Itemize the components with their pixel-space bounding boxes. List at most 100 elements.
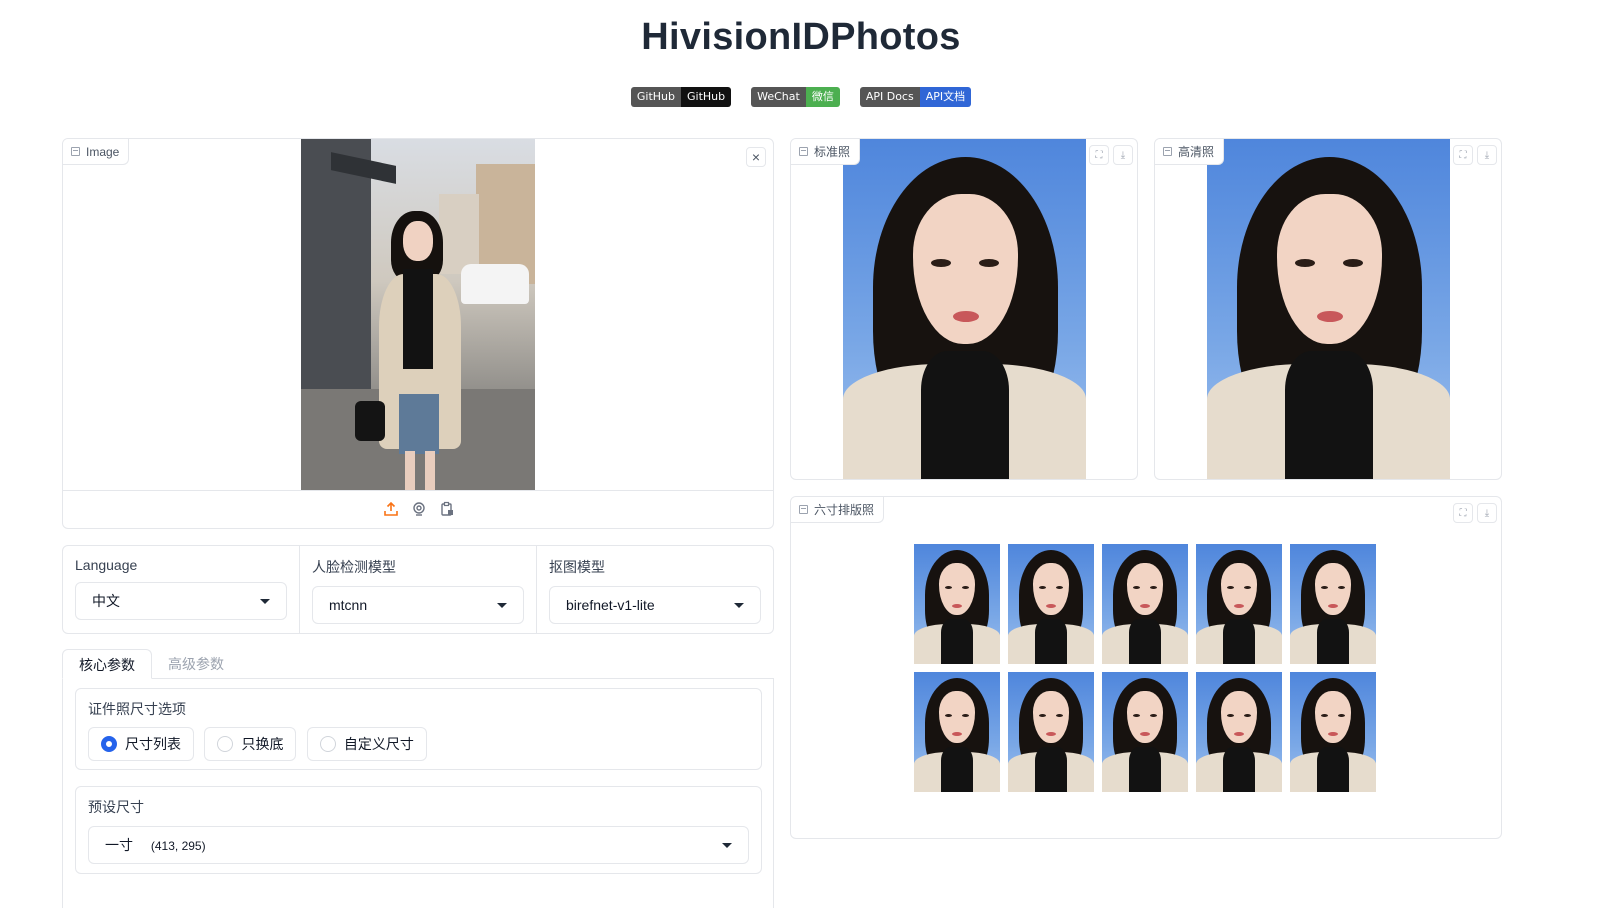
- radio-size-list-label: 尺寸列表: [125, 736, 181, 752]
- layout-thumbnail: [1290, 672, 1376, 792]
- fullscreen-icon[interactable]: ⛶: [1453, 503, 1473, 523]
- photo-bag: [355, 401, 385, 441]
- matting-model-select[interactable]: birefnet-v1-lite: [549, 586, 761, 624]
- preset-size-value: 一寸 (413, 295): [105, 835, 206, 855]
- photo-turtleneck: [921, 351, 1009, 479]
- image-icon: [799, 147, 808, 156]
- photo-eye-right: [1343, 259, 1363, 267]
- radio-dot: [217, 736, 234, 752]
- download-icon[interactable]: ⤓: [1477, 145, 1497, 165]
- layout-thumbnail: [914, 672, 1000, 792]
- layout-photo-label: 六寸排版照: [791, 497, 885, 523]
- photo-eye-left: [945, 714, 952, 717]
- matting-model-label: 抠图模型: [549, 559, 605, 575]
- matting-model-value: birefnet-v1-lite: [566, 597, 655, 613]
- radio-size-list[interactable]: 尺寸列表: [88, 727, 194, 761]
- photo-turtleneck: [941, 747, 973, 792]
- tab-core-params[interactable]: 核心参数: [62, 649, 152, 679]
- face-model-select[interactable]: mtcnn: [312, 586, 524, 624]
- language-value: 中文: [92, 593, 120, 609]
- photo-eye-right: [962, 586, 969, 589]
- panel-divider: [63, 490, 773, 491]
- upload-icon[interactable]: [383, 501, 399, 517]
- photo-eye-right: [1056, 586, 1063, 589]
- github-badge-right: GitHub: [680, 87, 732, 107]
- image-icon: [799, 505, 808, 514]
- github-badge[interactable]: GitHub GitHub: [630, 87, 732, 107]
- wechat-badge-left: WeChat: [751, 87, 806, 107]
- api-docs-badge[interactable]: API Docs API文档: [859, 87, 972, 107]
- download-icon[interactable]: ⤓: [1113, 145, 1133, 165]
- source-toolbar: [383, 501, 455, 517]
- photo-turtleneck: [1035, 747, 1067, 792]
- preset-size-label: 预设尺寸: [88, 799, 144, 815]
- standard-photo-label: 标准照: [791, 139, 861, 165]
- preset-size-dimensions: (413, 295): [150, 839, 206, 853]
- clipboard-icon[interactable]: [439, 501, 455, 517]
- download-icon[interactable]: ⤓: [1477, 503, 1497, 523]
- photo-car: [461, 264, 529, 304]
- page-title: HivisionIDPhotos: [641, 16, 961, 58]
- photo-eye-left: [1321, 714, 1328, 717]
- wechat-badge-right: 微信: [805, 87, 840, 107]
- photo-lips: [1046, 604, 1056, 608]
- photo-eye-right: [979, 259, 999, 267]
- photo-turtleneck: [1223, 747, 1255, 792]
- layout-thumbnail: [1102, 672, 1188, 792]
- photo-eye-left: [1295, 259, 1315, 267]
- chevron-down-icon: [260, 598, 270, 604]
- photo-eye-left: [1133, 714, 1140, 717]
- layout-thumbnail: [1102, 544, 1188, 664]
- photo-eye-left: [1227, 714, 1234, 717]
- chevron-down-icon: [497, 602, 507, 608]
- preset-size-select[interactable]: 一寸 (413, 295): [88, 826, 749, 864]
- hd-photo-panel: 高清照 ⛶ ⤓: [1154, 138, 1502, 480]
- photo-lips: [952, 732, 962, 736]
- webcam-icon[interactable]: [411, 501, 427, 517]
- chevron-down-icon: [722, 842, 732, 848]
- photo-eye-right: [1150, 714, 1157, 717]
- layout-thumbnail: [1196, 672, 1282, 792]
- core-params-body: 证件照尺寸选项 尺寸列表 只换底 自定义尺寸 预设尺寸 一寸 (413, 295…: [62, 679, 774, 908]
- photo-lips: [1046, 732, 1056, 736]
- api-docs-badge-right: API文档: [919, 87, 972, 107]
- face-model-label: 人脸检测模型: [312, 559, 396, 575]
- fullscreen-icon[interactable]: ⛶: [1453, 145, 1473, 165]
- badge-row: GitHub GitHub WeChat 微信 API Docs API文档: [0, 87, 1602, 107]
- radio-bg-only[interactable]: 只换底: [204, 727, 297, 761]
- close-icon[interactable]: ×: [746, 147, 766, 167]
- radio-custom-size-label: 自定义尺寸: [343, 736, 414, 752]
- layout-photo-grid: [914, 544, 1377, 792]
- layout-photo-label-text: 六寸排版照: [814, 503, 875, 517]
- photo-eye-right: [1338, 586, 1345, 589]
- layout-thumbnail: [914, 544, 1000, 664]
- photo-eye-right: [1150, 586, 1157, 589]
- matting-model-field: 抠图模型 birefnet-v1-lite: [537, 546, 773, 633]
- input-image-panel: Image ×: [62, 138, 774, 529]
- layout-thumbnail: [1290, 544, 1376, 664]
- chevron-down-icon: [734, 602, 744, 608]
- hd-photo-label-text: 高清照: [1178, 145, 1215, 159]
- photo-eye-right: [1244, 586, 1251, 589]
- fullscreen-icon[interactable]: ⛶: [1089, 145, 1109, 165]
- layout-thumbnail: [1008, 544, 1094, 664]
- wechat-badge[interactable]: WeChat 微信: [751, 87, 840, 107]
- photo-eye-left: [1039, 714, 1046, 717]
- hd-photo-label: 高清照: [1155, 139, 1225, 165]
- photo-lips: [1140, 604, 1150, 608]
- photo-turtleneck: [1129, 747, 1161, 792]
- language-label: Language: [75, 557, 138, 573]
- language-field: Language 中文: [63, 546, 300, 633]
- app-root: HivisionIDPhotos GitHub GitHub WeChat 微信…: [0, 0, 1602, 908]
- photo-eye-right: [1244, 714, 1251, 717]
- photo-turtleneck: [1129, 619, 1161, 664]
- photo-lips: [1234, 732, 1244, 736]
- github-badge-left: GitHub: [630, 87, 681, 107]
- face-model-field: 人脸检测模型 mtcnn: [300, 546, 537, 633]
- photo-turtleneck: [941, 619, 973, 664]
- language-select[interactable]: 中文: [75, 582, 287, 620]
- radio-custom-size[interactable]: 自定义尺寸: [306, 727, 427, 761]
- tab-advanced-params[interactable]: 高级参数: [152, 649, 240, 678]
- photo-leg-left: [405, 451, 415, 490]
- photo-lips: [953, 311, 979, 322]
